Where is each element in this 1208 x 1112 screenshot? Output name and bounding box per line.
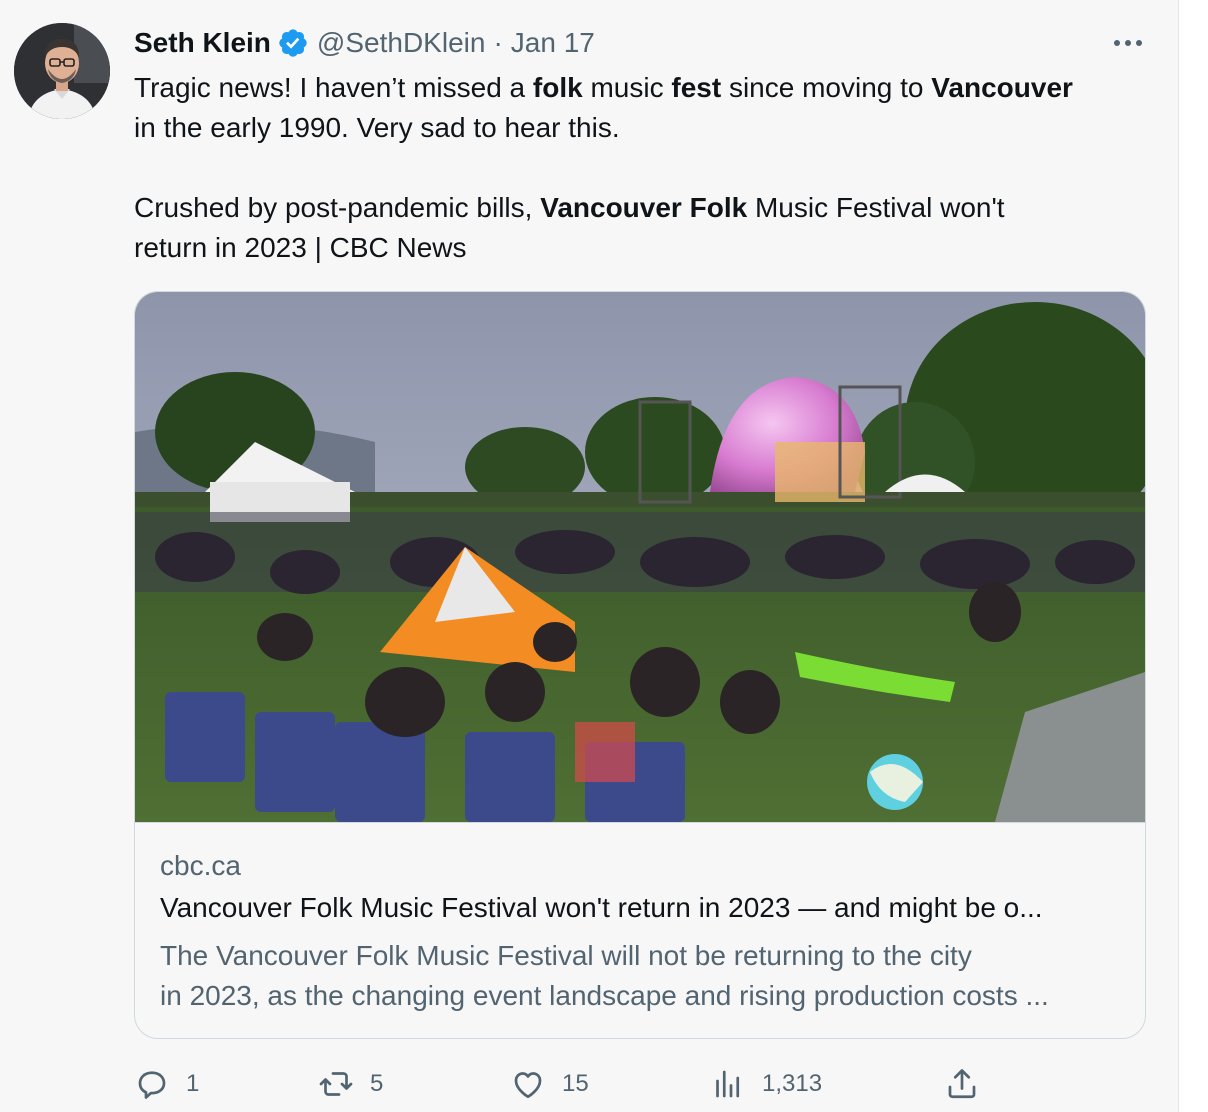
more-options-icon[interactable]	[1108, 28, 1148, 58]
tweet-text-line: in the early 1990. Very sad to hear this…	[134, 108, 1144, 148]
card-domain: cbc.ca	[160, 850, 241, 881]
verified-badge-icon	[279, 29, 307, 57]
heart-icon	[514, 1072, 542, 1099]
tweet-date[interactable]: Jan 17	[511, 27, 595, 59]
tweet-header: Seth Klein @SethDKlein · Jan 17	[134, 26, 595, 60]
reply-button[interactable]: 1	[134, 1064, 199, 1104]
tweet-text-run: Music Festival won't	[747, 192, 1005, 223]
tweet[interactable]: Seth Klein @SethDKlein · Jan 17 Tragic n…	[0, 0, 1178, 1112]
tweet-text-run: return in 2023 | CBC News	[134, 232, 467, 263]
card-divider	[135, 822, 1145, 823]
tweet-text-line: return in 2023 | CBC News	[134, 228, 1144, 268]
avatar[interactable]	[14, 23, 110, 119]
share-button[interactable]	[944, 1064, 996, 1104]
tweet-text-run: since moving to	[721, 72, 932, 103]
card-image[interactable]	[135, 292, 1145, 822]
author-handle[interactable]: @SethDKlein	[317, 27, 486, 59]
tweet-text-line	[134, 148, 1144, 188]
retweet-button[interactable]: 5	[318, 1064, 383, 1104]
tweet-text: Tragic news! I haven’t missed a folk mus…	[134, 68, 1144, 268]
tweet-text-bold: Vancouver Folk	[540, 192, 748, 223]
card-description: The Vancouver Folk Music Festival will n…	[160, 936, 1120, 1016]
tweet-text-bold: fest	[671, 72, 722, 103]
views-icon	[716, 1070, 740, 1098]
link-card[interactable]: cbc.ca Vancouver Folk Music Festival won…	[134, 291, 1146, 1039]
tweet-text-bold: folk	[532, 72, 583, 103]
view-count: 1,313	[762, 1070, 823, 1097]
share-icon	[948, 1069, 976, 1099]
timeline-edge	[1178, 0, 1208, 1112]
card-description-line: in 2023, as the changing event landscape…	[160, 980, 1049, 1011]
reply-icon	[138, 1071, 166, 1099]
retweet-icon	[319, 1072, 353, 1096]
like-count: 15	[562, 1070, 589, 1097]
card-title: Vancouver Folk Music Festival won't retu…	[160, 892, 1043, 923]
author-name[interactable]: Seth Klein	[134, 27, 271, 59]
tweet-text-run: Tragic news! I haven’t missed a	[134, 72, 533, 103]
retweet-count: 5	[370, 1070, 384, 1097]
tweet-text-line: Crushed by post-pandemic bills, Vancouve…	[134, 188, 1144, 228]
tweet-text-run: Crushed by post-pandemic bills,	[134, 192, 541, 223]
separator-dot: ·	[493, 27, 503, 58]
like-button[interactable]: 15	[510, 1064, 589, 1104]
reply-count: 1	[186, 1070, 200, 1097]
tweet-text-line: Tragic news! I haven’t missed a folk mus…	[134, 68, 1144, 108]
views-button[interactable]: 1,313	[710, 1064, 822, 1104]
tweet-actions: 1 5 15 1,313	[134, 1064, 1144, 1104]
tweet-text-run: music	[582, 72, 672, 103]
card-description-line: The Vancouver Folk Music Festival will n…	[160, 940, 972, 971]
tweet-text-bold: Vancouver	[931, 72, 1073, 103]
tweet-text-run: in the early 1990. Very sad to hear this…	[134, 112, 620, 143]
